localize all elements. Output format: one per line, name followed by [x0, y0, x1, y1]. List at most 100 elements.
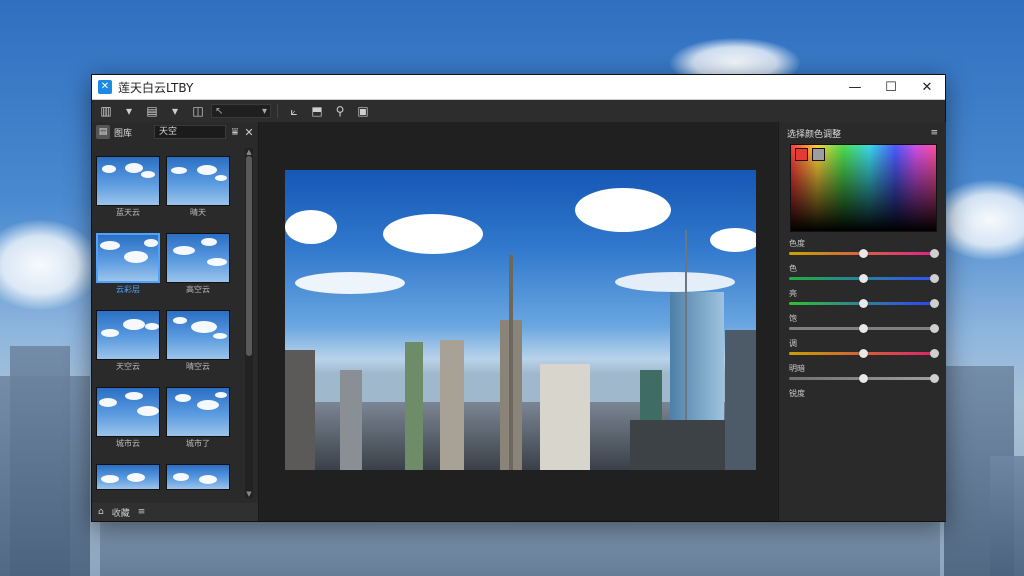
library-panel: ▤ 图库 天空 ⩸ ✕ 蓝天云 晴天 云彩层 高空云 天空云 晴空云 城市云 城市了 ▲ ▼ … [92, 122, 259, 521]
thumbnail-item[interactable]: 晴空云 [166, 310, 230, 371]
thumbnail-caption: 蓝天云 [116, 208, 140, 217]
thumbnail-image [166, 156, 230, 206]
library-label: 图库 [114, 128, 133, 139]
thumbnail-image [96, 156, 160, 206]
slider-knob[interactable] [859, 299, 868, 308]
library-icon: ▤ [96, 125, 110, 139]
thumbnail-image [96, 233, 160, 283]
close-button[interactable]: ✕ [909, 75, 945, 99]
adjustment-slider[interactable]: 饱 [789, 314, 939, 333]
slider-label: 亮 [789, 289, 797, 298]
tool-select-value: ↖ [215, 105, 224, 117]
library-filter-field[interactable]: 天空 [154, 125, 226, 139]
canvas-area [259, 122, 777, 521]
photo-skyline [285, 230, 756, 470]
thumbnail-item[interactable]: 晴天 [166, 156, 230, 217]
adjustment-slider[interactable]: 锐度 [789, 389, 937, 399]
toolbar: ▥ ▾ ▤ ▾ ◫ ↖ ▾ ⟀ ⬒ ⚲ ▣ [92, 100, 945, 123]
thumbnail-caption: 城市云 [116, 439, 140, 448]
slider-end-knob[interactable] [930, 349, 939, 358]
minimize-button[interactable]: — [837, 75, 873, 99]
thumbnail-image [166, 310, 230, 360]
thumbnail-item[interactable]: 城市了 [166, 387, 230, 448]
adjustment-slider[interactable]: 明暗 [789, 364, 939, 383]
layers-icon[interactable]: ▤ [142, 103, 162, 119]
slider-label: 饱 [789, 314, 797, 323]
close-icon[interactable]: ✕ [244, 126, 254, 139]
app-logo-icon: ✕ [98, 80, 112, 94]
tool-select[interactable]: ↖ ▾ [211, 104, 271, 118]
thumbnail-caption: 城市了 [186, 439, 210, 448]
adjustment-slider[interactable]: 调 [789, 339, 939, 358]
slider-end-knob[interactable] [930, 374, 939, 383]
scroll-down-icon[interactable]: ▼ [245, 490, 253, 498]
slider-label: 明暗 [789, 364, 805, 373]
scroll-up-icon[interactable]: ▲ [245, 148, 253, 156]
slider-track[interactable] [789, 299, 939, 308]
thumbnail-caption: 晴天 [190, 208, 206, 217]
thumbnail-item[interactable] [96, 464, 160, 494]
library-header: ▤ 图库 天空 ⩸ ✕ [92, 122, 258, 142]
thumbnail-caption: 晴空云 [186, 362, 210, 371]
thumbnail-item[interactable]: 云彩层 [96, 233, 160, 294]
slider-track[interactable] [789, 324, 939, 333]
slider-knob[interactable] [859, 349, 868, 358]
slider-track[interactable] [789, 274, 939, 283]
thumbnail-image [166, 464, 230, 490]
color-panel-header: 选择颜色调整 ≡ [779, 125, 946, 141]
adjustment-slider[interactable]: 亮 [789, 289, 939, 308]
dropdown-icon[interactable]: ▾ [119, 103, 139, 119]
scrollbar-thumb[interactable] [246, 156, 252, 356]
panel-menu-icon[interactable]: ≡ [930, 128, 938, 138]
filter-icon[interactable]: ⩸ [230, 125, 240, 139]
app-window: ✕ 莲天白云LTBY — ☐ ✕ ▥ ▾ ▤ ▾ ◫ ↖ ▾ ⟀ ⬒ ⚲ ▣ ▤… [91, 74, 946, 522]
slider-knob[interactable] [859, 324, 868, 333]
slider-knob[interactable] [859, 374, 868, 383]
title-bar[interactable]: ✕ 莲天白云LTBY — ☐ ✕ [92, 75, 945, 100]
adjustment-slider[interactable]: 色度 [789, 239, 939, 258]
menu-icon[interactable]: ≡ [138, 507, 146, 517]
slider-label: 调 [789, 339, 797, 348]
frame-icon[interactable]: ◫ [188, 103, 208, 119]
slider-knob[interactable] [859, 274, 868, 283]
thumbnail-caption: 天空云 [116, 362, 140, 371]
slider-track[interactable] [789, 249, 939, 258]
thumbnail-item[interactable]: 高空云 [166, 233, 230, 294]
main-photo[interactable] [285, 170, 756, 470]
zoom-tool-icon[interactable]: ⚲ [330, 103, 350, 119]
chevron-down-icon: ▾ [261, 105, 267, 117]
export-tool-icon[interactable]: ▣ [353, 103, 373, 119]
thumbnail-caption: 云彩层 [116, 285, 140, 294]
import-icon[interactable]: ▥ [96, 103, 116, 119]
slider-end-knob[interactable] [930, 274, 939, 283]
slider-end-knob[interactable] [930, 299, 939, 308]
background-swatch[interactable] [812, 148, 825, 161]
thumbnail-item[interactable] [166, 464, 230, 494]
color-panel-title: 选择颜色调整 [787, 129, 842, 140]
favorites-label[interactable]: 收藏 [112, 506, 130, 519]
slider-knob[interactable] [859, 249, 868, 258]
foreground-swatch[interactable] [795, 148, 808, 161]
home-icon[interactable]: ⌂ [98, 507, 104, 517]
thumbnail-item[interactable]: 城市云 [96, 387, 160, 448]
library-footer: ⌂ 收藏 ≡ [92, 503, 258, 521]
slider-end-knob[interactable] [930, 249, 939, 258]
thumbnail-image [166, 387, 230, 437]
thumbnail-item[interactable]: 天空云 [96, 310, 160, 371]
color-panel: 选择颜色调整 ≡ 色度色亮饱调明暗锐度 [778, 122, 946, 521]
slider-end-knob[interactable] [930, 324, 939, 333]
maximize-button[interactable]: ☐ [873, 75, 909, 99]
thumbnail-image [96, 464, 160, 490]
library-scrollbar[interactable]: ▲ ▼ [245, 148, 253, 498]
wallpaper-cloud [0, 220, 100, 310]
dropdown-icon[interactable]: ▾ [165, 103, 185, 119]
adjustment-slider[interactable]: 色 [789, 264, 939, 283]
toolbar-divider [277, 104, 278, 118]
slider-label: 锐度 [789, 389, 805, 398]
crop-tool-icon[interactable]: ⟀ [284, 103, 304, 119]
transform-tool-icon[interactable]: ⬒ [307, 103, 327, 119]
slider-track[interactable] [789, 349, 939, 358]
window-title: 莲天白云LTBY [118, 80, 194, 95]
thumbnail-item[interactable]: 蓝天云 [96, 156, 160, 217]
slider-track[interactable] [789, 374, 939, 383]
